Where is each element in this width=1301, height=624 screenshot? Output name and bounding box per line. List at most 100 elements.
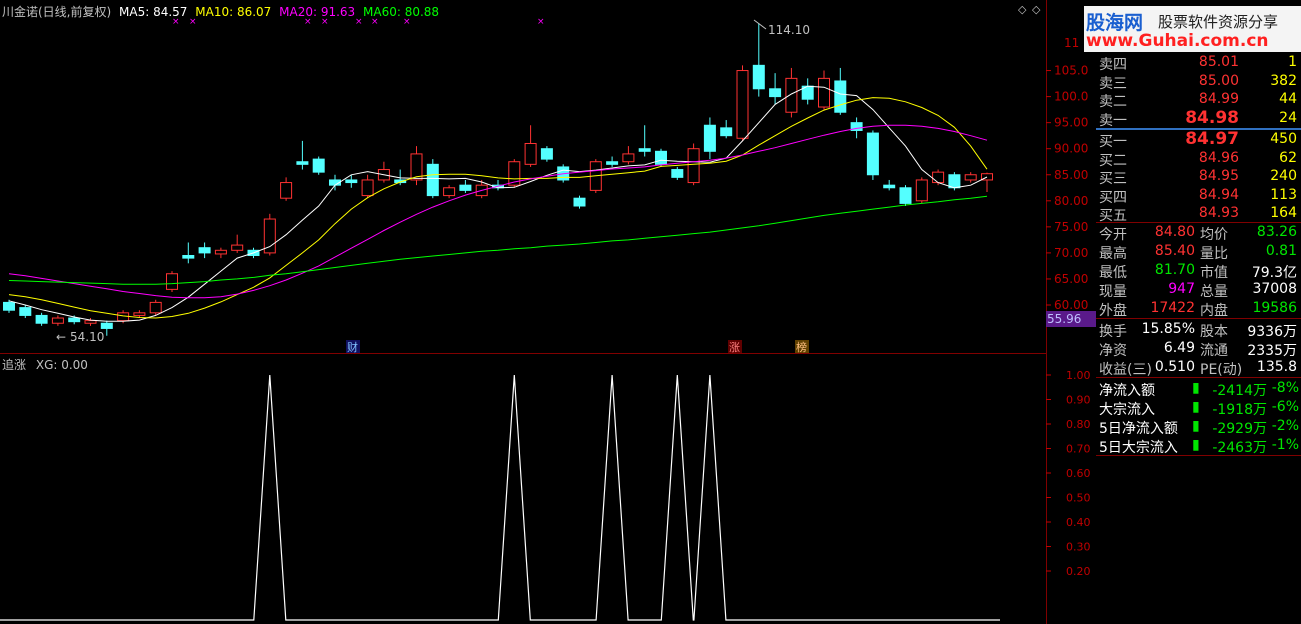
candle[interactable] (866, 130, 879, 180)
bid-row[interactable]: 买四 84.94 113 (1096, 186, 1301, 206)
candle[interactable] (915, 177, 928, 204)
candle[interactable] (736, 65, 749, 141)
diamond-icon-2[interactable]: ◇ (1032, 3, 1041, 16)
stat-row[interactable]: 收益(三) 0.510 PE(动) 135.8 (1096, 358, 1301, 378)
high-price-label: 114.10 (768, 23, 810, 37)
stat-label: PE(动) (1200, 362, 1243, 378)
ask-label: 卖一 (1099, 112, 1127, 129)
candle[interactable] (540, 146, 553, 162)
quote-panel: 股海网 股票软件资源分享 www.Guhai.com.cn 卖四 85.01 1 卖三… (1084, 0, 1301, 624)
candle[interactable] (166, 271, 178, 292)
event-marker-bang[interactable]: 榜 (796, 340, 807, 354)
stat-value: 0.81 (1265, 243, 1297, 259)
kline-chart[interactable]: × × × × × × × × 114.10 ← 54.10 财 涨 榜 ◇ ◇ (0, 0, 1046, 624)
ask-row[interactable]: 卖四 85.01 1 (1096, 53, 1301, 73)
logo-url: www.Guhai.com.cn (1086, 31, 1269, 51)
indicator-tick-label: 0.60 (1066, 467, 1091, 480)
logo-slogan: 股票软件资源分享 (1158, 13, 1279, 31)
ma10-label: MA10: 86.07 (195, 5, 272, 19)
indicator-tick-label: 0.50 (1066, 492, 1091, 505)
candle[interactable] (899, 185, 912, 207)
stat-label: 股本 (1200, 324, 1228, 340)
logo-banner: 股海网 股票软件资源分享 www.Guhai.com.cn (1084, 6, 1301, 52)
price-tick-label: 75.00 (1054, 220, 1088, 234)
event-marker-zhang[interactable]: 涨 (729, 341, 740, 354)
current-price-tag: 55.96 (1047, 312, 1081, 326)
indicator-tick-label: 0.80 (1066, 418, 1091, 431)
flow-row[interactable]: 5日净流入额 ▮ -2929万 -2% (1096, 417, 1301, 437)
price-axis: 105.0 100.0 95.00 90.00 85.00 80.00 75.00 70.00… (1046, 0, 1096, 624)
stat-label: 收益(三) (1099, 362, 1152, 378)
stat-value: 0.510 (1154, 359, 1195, 375)
flow-bar-icon: ▮ (1192, 418, 1200, 434)
bid-price: 84.95 (1198, 168, 1239, 184)
stat-row[interactable]: 今开 84.80 均价 83.26 (1096, 223, 1301, 243)
stat-row[interactable]: 外盘 17422 内盘 19586 (1096, 299, 1301, 319)
diamond-icon[interactable]: ◇ (1018, 3, 1027, 16)
stock-title: 川金诺(日线,前复权) (2, 5, 112, 19)
stat-label: 总量 (1200, 284, 1228, 300)
ma60-label: MA60: 80.88 (363, 5, 440, 19)
stat-label: 今开 (1099, 227, 1127, 243)
flow-value: -2463万 (1212, 440, 1267, 456)
stat-value: 79.3亿 (1251, 265, 1297, 281)
ask-price: 85.00 (1198, 72, 1239, 89)
indicator-header: 追涨 XG: 0.00 (2, 356, 88, 373)
ask-volume: 382 (1270, 72, 1297, 89)
ask-volume: 24 (1279, 109, 1297, 126)
ask-row[interactable]: 卖一 84.98 24 (1096, 107, 1301, 129)
price-tick-label: 95.00 (1054, 116, 1088, 130)
chart-header: 川金诺(日线,前复权) MA5: 84.57 MA10: 86.07 MA20:… (2, 3, 439, 20)
bid-volume: 450 (1270, 131, 1297, 147)
bid-row[interactable]: 买二 84.96 62 (1096, 149, 1301, 169)
stat-label: 最低 (1099, 265, 1127, 281)
flow-row[interactable]: 5日大宗流入 ▮ -2463万 -1% (1096, 436, 1301, 456)
stat-row[interactable]: 换手 15.85% 股本 9336万 (1096, 320, 1301, 340)
stat-value: 947 (1168, 281, 1195, 297)
candle[interactable] (312, 156, 325, 175)
stat-row[interactable]: 最低 81.70 市值 79.3亿 (1096, 261, 1301, 281)
candle[interactable] (263, 213, 276, 256)
flow-value: -1918万 (1212, 402, 1267, 418)
ask-price: 84.98 (1185, 107, 1239, 128)
stat-value: 135.8 (1256, 359, 1297, 375)
bid-row[interactable]: 买一 84.97 450 (1096, 129, 1301, 150)
flow-row[interactable]: 大宗流入 ▮ -1918万 -6% (1096, 398, 1301, 418)
stat-row[interactable]: 最高 85.40 量比 0.81 (1096, 242, 1301, 262)
event-marker-cai[interactable]: 财 (347, 340, 358, 354)
stat-row[interactable]: 现量 947 总量 37008 (1096, 280, 1301, 300)
price-tick-label: 90.00 (1054, 142, 1088, 156)
ask-row[interactable]: 卖三 85.00 382 (1096, 72, 1301, 92)
ask-volume: 1 (1288, 54, 1297, 70)
stat-label: 市值 (1200, 265, 1228, 281)
stat-value: 2335万 (1247, 343, 1297, 359)
bid-price: 84.96 (1198, 149, 1239, 166)
flow-pct: -8% (1271, 380, 1299, 396)
flow-pct: -2% (1271, 418, 1299, 434)
bid-row[interactable]: 买五 84.93 164 (1096, 204, 1301, 224)
stat-label: 内盘 (1200, 303, 1228, 319)
ask-volume: 44 (1279, 91, 1297, 107)
bid-price: 84.97 (1185, 129, 1239, 149)
price-tick-label: 100.0 (1054, 90, 1088, 104)
stat-value: 81.70 (1154, 262, 1195, 278)
stat-value: 6.49 (1163, 340, 1195, 356)
ask-row[interactable]: 卖二 84.99 44 (1096, 90, 1301, 110)
price-tick-label: 65.00 (1054, 272, 1088, 286)
stat-label: 流通 (1200, 343, 1228, 359)
low-price-label: 54.10 (70, 330, 104, 344)
stat-row[interactable]: 净资 6.49 流通 2335万 (1096, 339, 1301, 359)
bid-row[interactable]: 买三 84.95 240 (1096, 167, 1301, 187)
flow-pct: -1% (1271, 437, 1299, 453)
bid-price: 84.94 (1198, 186, 1239, 203)
flow-label: 大宗流入 (1099, 402, 1155, 418)
svg-text:×: × (537, 17, 545, 27)
indicator-title[interactable]: 追涨 (2, 358, 26, 372)
ma20-label: MA20: 91.63 (279, 5, 356, 19)
flow-bar-icon: ▮ (1192, 380, 1200, 396)
bid-volume: 164 (1270, 205, 1297, 221)
price-tick-label: 85.00 (1054, 168, 1088, 182)
indicator-tick-label: 0.90 (1066, 394, 1091, 407)
indicator-tick-label: 0.20 (1066, 565, 1091, 578)
flow-row[interactable]: 净流入额 ▮ -2414万 -8% (1096, 379, 1301, 399)
